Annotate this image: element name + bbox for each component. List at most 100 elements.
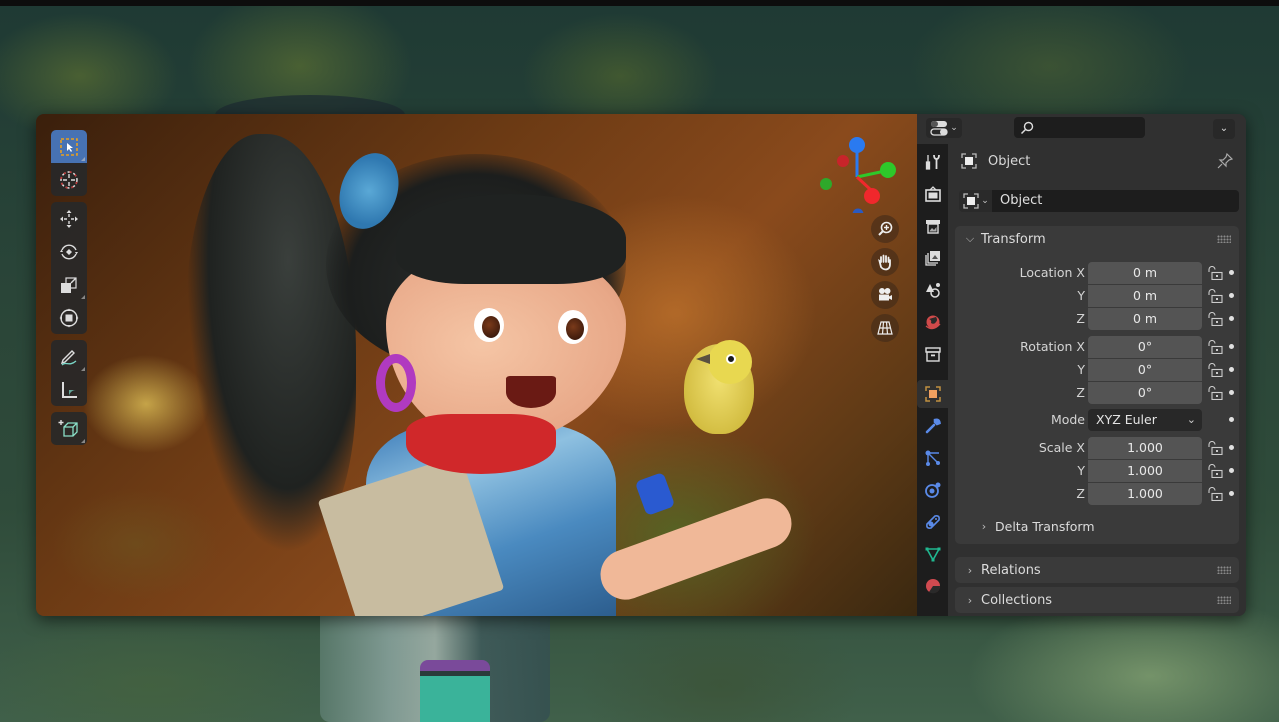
scale-y-field[interactable]: 1.000 (1088, 460, 1202, 482)
unlock-icon[interactable] (1207, 312, 1223, 326)
tab-render[interactable] (917, 180, 948, 208)
navigation-gizmo[interactable] (812, 128, 902, 213)
relations-panel-header[interactable]: › Relations (955, 557, 1239, 583)
tab-object[interactable] (917, 380, 948, 408)
unlock-icon[interactable] (1207, 340, 1223, 354)
object-name-field: ⌄ Object (959, 190, 1239, 212)
location-x-field[interactable]: 0 m (1088, 262, 1202, 284)
gizmo-y-positive[interactable] (880, 162, 896, 178)
tab-data[interactable] (917, 540, 948, 568)
keyframe-dot[interactable] (1229, 390, 1234, 395)
tool-options-corner (81, 367, 85, 371)
rotation-z-field[interactable]: 0° (1088, 382, 1202, 404)
zoom-button[interactable] (871, 215, 899, 243)
keyframe-dot[interactable] (1229, 367, 1234, 372)
delta-transform-subpanel[interactable]: › Delta Transform (977, 515, 1095, 537)
rotation-mode-select[interactable]: XYZ Euler ⌄ (1088, 409, 1202, 431)
tool-move[interactable] (51, 202, 87, 235)
tab-modifiers[interactable] (917, 412, 948, 440)
keyframe-dot[interactable] (1229, 468, 1234, 473)
context-breadcrumb: Object (960, 150, 1030, 172)
gizmo-y-negative[interactable] (820, 178, 832, 190)
bird-beak (696, 354, 710, 364)
tab-tool[interactable] (917, 148, 948, 176)
transform-panel-header[interactable]: ⌵ Transform (955, 226, 1239, 252)
gizmo-z-negative[interactable] (852, 208, 864, 214)
physics-icon (924, 482, 940, 498)
tool-cursor[interactable] (51, 163, 87, 196)
location-y-field[interactable]: 0 m (1088, 285, 1202, 307)
rotation-mode-row: Mode XYZ Euler ⌄ (955, 409, 1239, 431)
drag-grip-icon[interactable] (1217, 596, 1231, 604)
tab-constraints[interactable] (917, 508, 948, 536)
tab-particles[interactable] (917, 444, 948, 472)
tool-rotate[interactable] (51, 235, 87, 268)
tab-physics[interactable] (917, 476, 948, 504)
tab-scene[interactable] (917, 276, 948, 304)
header-options-dropdown[interactable]: ⌄ (1213, 119, 1235, 139)
view-layer-icon (924, 251, 940, 266)
gizmo-x-negative[interactable] (837, 155, 849, 167)
keyframe-dot[interactable] (1229, 491, 1234, 496)
tab-output[interactable] (917, 212, 948, 240)
scale-x-label: Scale X (1038, 440, 1085, 455)
tool-icon (925, 154, 940, 170)
unlock-icon[interactable] (1207, 289, 1223, 303)
keyframe-dot[interactable] (1229, 293, 1234, 298)
tool-measure[interactable] (51, 373, 87, 406)
tab-view-layer[interactable] (917, 244, 948, 272)
tab-world[interactable] (917, 308, 948, 336)
rotation-y-field[interactable]: 0° (1088, 359, 1202, 381)
object-name-input[interactable]: Object (992, 190, 1239, 212)
keyframe-dot[interactable] (1229, 445, 1234, 450)
object-type-dropdown[interactable]: ⌄ (959, 190, 992, 212)
unlock-icon[interactable] (1207, 487, 1223, 501)
tool-annotate[interactable] (51, 340, 87, 373)
constraints-icon (925, 515, 940, 529)
unlock-icon[interactable] (1207, 464, 1223, 478)
pin-icon[interactable] (1216, 152, 1234, 170)
character-scarf (406, 414, 556, 474)
chevron-down-icon: ⌄ (950, 123, 958, 133)
collections-panel-title: Collections (981, 592, 1053, 608)
tab-material[interactable] (917, 572, 948, 600)
camera-view-button[interactable] (871, 281, 899, 309)
context-label: Object (988, 153, 1031, 169)
object-icon (963, 193, 979, 209)
scale-x-field[interactable]: 1.000 (1088, 437, 1202, 459)
perspective-toggle-button[interactable] (871, 314, 899, 342)
unlock-icon[interactable] (1207, 266, 1223, 280)
tool-transform[interactable] (51, 301, 87, 334)
gizmo-z-positive[interactable] (849, 137, 865, 153)
pan-button[interactable] (871, 248, 899, 276)
keyframe-dot[interactable] (1229, 344, 1234, 349)
collections-panel-header[interactable]: › Collections (955, 587, 1239, 613)
drag-grip-icon[interactable] (1217, 235, 1231, 243)
rotation-x-field[interactable]: 0° (1088, 336, 1202, 358)
collections-panel: › Collections (955, 587, 1239, 613)
tab-collection[interactable] (917, 340, 948, 368)
character-mouth (506, 376, 556, 408)
delta-transform-title: Delta Transform (995, 518, 1095, 534)
tool-select-box[interactable] (51, 130, 87, 163)
unlock-icon[interactable] (1207, 386, 1223, 400)
keyframe-dot[interactable] (1229, 417, 1234, 422)
search-input[interactable] (1014, 117, 1145, 138)
tool-scale[interactable] (51, 268, 87, 301)
drag-grip-icon[interactable] (1217, 566, 1231, 574)
gizmo-x-positive[interactable] (864, 188, 880, 204)
keyframe-dot[interactable] (1229, 316, 1234, 321)
tool-add-cube[interactable] (51, 412, 87, 445)
chevron-right-icon: › (981, 519, 987, 533)
3d-viewport[interactable] (36, 114, 917, 616)
scale-icon (61, 276, 77, 293)
transform-panel-title: Transform (981, 231, 1046, 247)
unlock-icon[interactable] (1207, 363, 1223, 377)
rotation-x-row: Rotation X 0° (955, 336, 1239, 358)
editor-type-button[interactable]: ⌄ (926, 118, 962, 138)
location-z-field[interactable]: 0 m (1088, 308, 1202, 330)
scale-z-field[interactable]: 1.000 (1088, 483, 1202, 505)
keyframe-dot[interactable] (1229, 270, 1234, 275)
location-z-row: Z 0 m (955, 308, 1239, 330)
unlock-icon[interactable] (1207, 441, 1223, 455)
